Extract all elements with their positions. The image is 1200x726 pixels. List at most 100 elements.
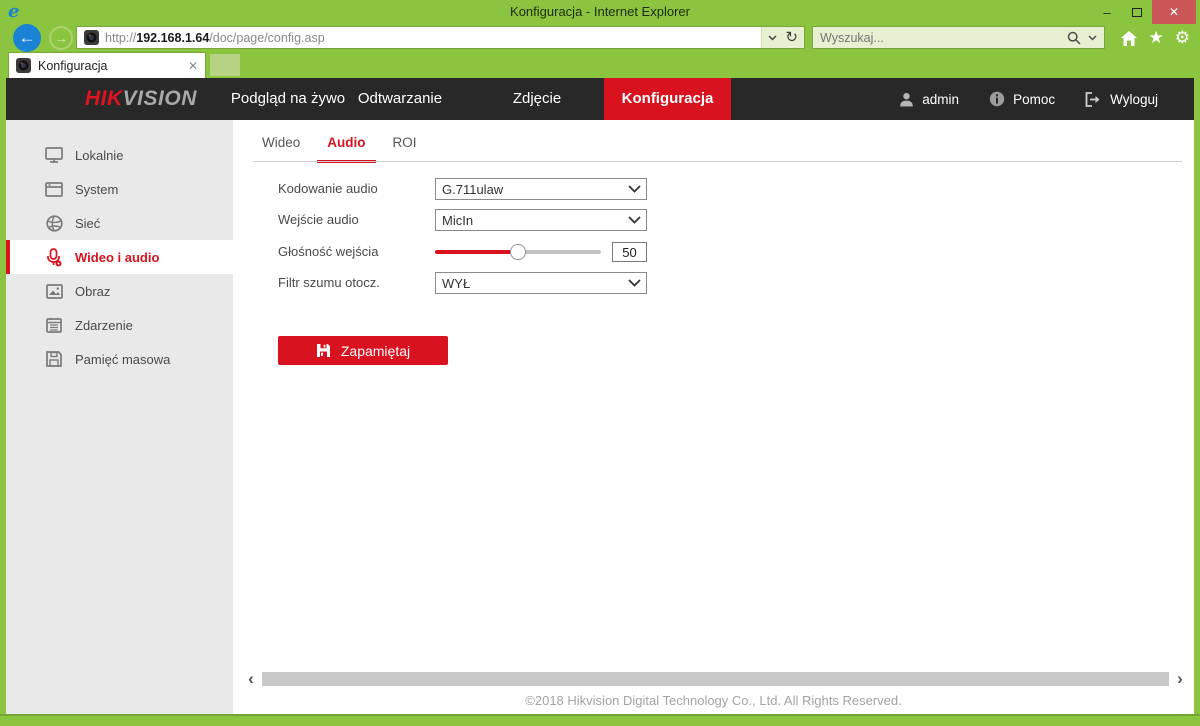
address-dropdown-icon[interactable]: [768, 35, 777, 41]
tab-wideo[interactable]: Wideo: [262, 135, 300, 163]
refresh-icon[interactable]: ↻: [785, 30, 798, 45]
browser-tab[interactable]: Konfiguracja ✕: [8, 52, 206, 78]
input-volume-label: Głośność wejścia: [278, 241, 428, 263]
url-host: 192.168.1.64: [136, 31, 209, 45]
audio-encoding-label: Kodowanie audio: [278, 178, 428, 200]
sidebar-item-label: Pamięć masowa: [75, 352, 170, 367]
help-label: Pomoc: [1013, 92, 1055, 107]
scrollbar-thumb[interactable]: [262, 672, 1169, 686]
horizontal-scrollbar: ‹ ›: [233, 670, 1194, 687]
globe-icon: [43, 215, 65, 232]
scroll-right-icon[interactable]: ›: [1172, 672, 1188, 686]
search-box[interactable]: [812, 26, 1105, 49]
chevron-down-icon: [628, 279, 641, 287]
sidebar-item-label: Sieć: [75, 216, 100, 231]
window-icon: [43, 182, 65, 197]
nav-picture[interactable]: Zdjęcie: [467, 78, 607, 120]
noise-filter-label: Filtr szumu otocz.: [278, 272, 428, 294]
search-input[interactable]: [820, 31, 1067, 45]
audio-input-select[interactable]: MicIn: [435, 209, 647, 231]
tab-title: Konfiguracja: [38, 59, 188, 73]
address-bar[interactable]: http://192.168.1.64/doc/page/config.asp …: [76, 26, 805, 49]
back-button[interactable]: ←: [13, 24, 41, 52]
monitor-icon: [43, 147, 65, 163]
sidebar-item-storage[interactable]: Pamięć masowa: [6, 342, 233, 376]
url-text[interactable]: http://192.168.1.64/doc/page/config.asp: [105, 31, 761, 45]
info-icon: [989, 91, 1005, 107]
slider-thumb[interactable]: [510, 244, 526, 260]
close-button[interactable]: ✕: [1152, 0, 1196, 24]
user-menu[interactable]: admin: [899, 92, 959, 107]
window-title: Konfiguracja - Internet Explorer: [0, 0, 1200, 24]
logo-hik: HIK: [85, 87, 123, 110]
window-bottom-border: [0, 714, 1200, 726]
slider-fill: [435, 250, 518, 254]
image-icon: [43, 284, 65, 299]
copyright-footer: ©2018 Hikvision Digital Technology Co., …: [233, 693, 1194, 708]
new-tab-button[interactable]: [210, 54, 240, 76]
nav-configuration[interactable]: Konfiguracja: [604, 78, 731, 120]
tab-strip: Konfiguracja ✕: [0, 52, 1200, 78]
audio-input-value: MicIn: [442, 213, 473, 228]
tab-audio[interactable]: Audio: [317, 135, 375, 163]
help-button[interactable]: Pomoc: [989, 91, 1055, 107]
camera-favicon: [84, 30, 99, 45]
noise-filter-select[interactable]: WYŁ: [435, 272, 647, 294]
volume-value-input[interactable]: [612, 242, 647, 262]
audio-encoding-value: G.711ulaw: [442, 182, 503, 197]
storage-icon: [43, 351, 65, 367]
sidebar-item-local[interactable]: Lokalnie: [6, 138, 233, 172]
logout-label: Wyloguj: [1110, 92, 1158, 107]
hikvision-logo: HIKVISION: [85, 78, 197, 120]
sidebar-item-network[interactable]: Sieć: [6, 206, 233, 240]
page-body: Lokalnie System Sieć Wideo i audio Obraz: [6, 120, 1194, 714]
sidebar-item-system[interactable]: System: [6, 172, 233, 206]
app-nav-bar: HIKVISION Podgląd na żywo Odtwarzanie Zd…: [6, 78, 1194, 120]
search-dropdown-icon[interactable]: [1088, 35, 1097, 41]
tab-divider: [253, 161, 1182, 162]
minimize-button[interactable]: –: [1092, 0, 1122, 24]
sidebar-item-video-audio[interactable]: Wideo i audio: [6, 240, 233, 274]
calendar-icon: [43, 317, 65, 333]
main-panel: Wideo Audio ROI Kodowanie audio G.711ula…: [233, 120, 1194, 714]
sidebar-item-image[interactable]: Obraz: [6, 274, 233, 308]
browser-toolbar: ← → http://192.168.1.64/doc/page/config.…: [0, 24, 1200, 52]
maximize-button[interactable]: [1122, 0, 1152, 24]
camera-favicon: [16, 58, 31, 73]
tab-close-icon[interactable]: ✕: [188, 59, 198, 73]
nav-playback[interactable]: Odtwarzanie: [325, 78, 475, 120]
audio-encoding-select[interactable]: G.711ulaw: [435, 178, 647, 200]
logout-icon: [1085, 92, 1102, 107]
save-floppy-icon: [316, 343, 331, 358]
user-icon: [899, 92, 914, 107]
logo-vision: VISION: [123, 87, 197, 110]
forward-button[interactable]: →: [49, 26, 73, 50]
browser-window: e Konfiguracja - Internet Explorer – ✕ ←…: [0, 0, 1200, 726]
sidebar-item-label: Zdarzenie: [75, 318, 133, 333]
noise-filter-value: WYŁ: [442, 276, 470, 291]
chevron-down-icon: [628, 185, 641, 193]
sidebar-item-label: Wideo i audio: [75, 250, 159, 265]
settings-gear-icon[interactable]: ⚙: [1175, 27, 1190, 49]
save-button[interactable]: Zapamiętaj: [278, 336, 448, 365]
home-icon[interactable]: [1120, 30, 1138, 47]
logout-button[interactable]: Wyloguj: [1085, 92, 1158, 107]
sidebar-item-label: Lokalnie: [75, 148, 123, 163]
microphone-icon: [43, 248, 65, 267]
sidebar-item-label: System: [75, 182, 118, 197]
favorites-star-icon[interactable]: ★: [1149, 27, 1164, 49]
volume-slider[interactable]: [435, 241, 601, 263]
url-scheme: http://: [105, 31, 136, 45]
page-content: HIKVISION Podgląd na żywo Odtwarzanie Zd…: [6, 78, 1194, 714]
title-bar: e Konfiguracja - Internet Explorer – ✕: [0, 0, 1200, 24]
sidebar-item-event[interactable]: Zdarzenie: [6, 308, 233, 342]
scroll-left-icon[interactable]: ‹: [243, 672, 259, 686]
save-label: Zapamiętaj: [341, 343, 410, 359]
sidebar-item-label: Obraz: [75, 284, 110, 299]
user-name: admin: [922, 92, 959, 107]
tab-roi[interactable]: ROI: [393, 135, 417, 163]
maximize-icon: [1132, 8, 1142, 17]
search-icon[interactable]: [1067, 31, 1081, 45]
url-path: /doc/page/config.asp: [209, 31, 324, 45]
audio-input-label: Wejście audio: [278, 209, 428, 231]
